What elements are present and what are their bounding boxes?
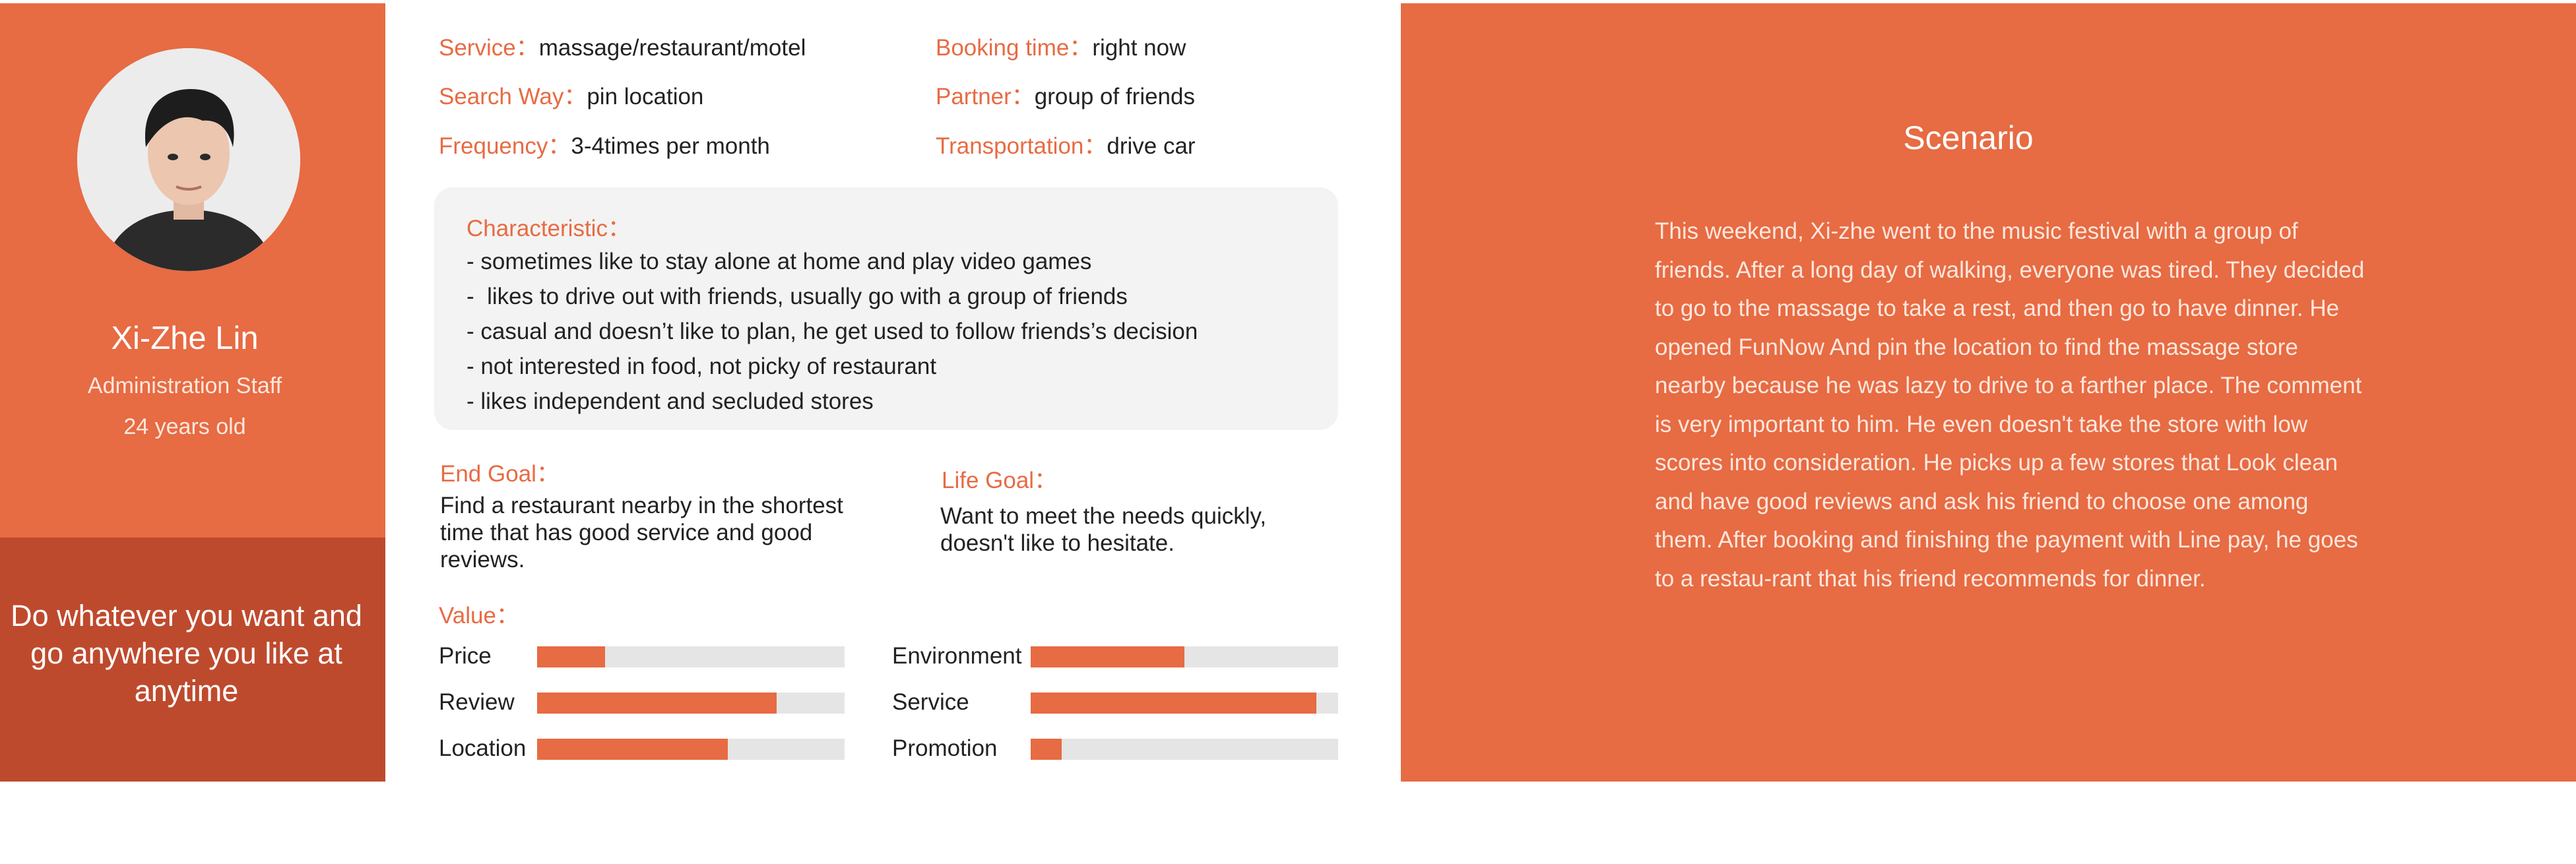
characteristic-title: Characteristic： bbox=[467, 216, 631, 241]
value-label-environment: Environment bbox=[892, 643, 1022, 669]
value-bar-fill-review bbox=[537, 693, 777, 714]
value-label-location: Location bbox=[439, 735, 527, 761]
life-goal-text: Want to meet the needs quickly, doesn't … bbox=[940, 503, 1267, 556]
persona-name: Xi-Zhe Lin bbox=[111, 321, 259, 356]
info-partner: Partner：group of friends bbox=[936, 78, 1195, 111]
persona-age: 24 years old bbox=[123, 414, 246, 439]
value-bar-location bbox=[537, 739, 845, 760]
value-bar-service bbox=[1031, 693, 1338, 714]
persona-role: Administration Staff bbox=[87, 373, 282, 398]
value-bar-promotion bbox=[1031, 739, 1338, 760]
info-partner-label: Partner： bbox=[936, 84, 1035, 109]
info-frequency-value: 3-4times per month bbox=[571, 133, 770, 159]
info-frequency: Frequency：3-4times per month bbox=[439, 127, 770, 161]
value-label-service: Service bbox=[892, 689, 969, 715]
value-label-review: Review bbox=[439, 689, 515, 715]
info-transportation-label: Transportation： bbox=[936, 133, 1107, 159]
value-label-price: Price bbox=[439, 643, 492, 669]
info-search-way: Search Way：pin location bbox=[439, 78, 703, 111]
info-frequency-label: Frequency： bbox=[439, 133, 571, 159]
info-partner-value: group of friends bbox=[1034, 84, 1195, 109]
info-service-value: massage/restaurant/motel bbox=[538, 35, 806, 61]
info-transportation: Transportation：drive car bbox=[936, 127, 1196, 161]
avatar bbox=[77, 48, 300, 271]
end-goal-text: Find a restaurant nearby in the shortest… bbox=[440, 493, 843, 572]
value-bar-fill-promotion bbox=[1031, 739, 1062, 760]
end-goal-title: End Goal： bbox=[440, 461, 560, 487]
info-search-way-value: pin location bbox=[587, 84, 704, 109]
scenario-text: This weekend, Xi-zhe went to the music f… bbox=[1655, 218, 2365, 592]
info-booking-time-label: Booking time： bbox=[936, 35, 1093, 61]
avatar-photo-icon bbox=[77, 48, 300, 271]
value-bar-fill-location bbox=[537, 739, 728, 760]
info-service: Service：massage/restaurant/motel bbox=[439, 29, 806, 63]
persona-motto: Do whatever you want and go anywhere you… bbox=[11, 599, 362, 708]
value-bar-environment bbox=[1031, 646, 1338, 667]
value-title: Value： bbox=[439, 603, 519, 629]
value-bar-fill-environment bbox=[1031, 646, 1184, 667]
info-booking-time-value: right now bbox=[1092, 35, 1186, 61]
scenario-title: Scenario bbox=[1903, 119, 2034, 156]
info-booking-time: Booking time：right now bbox=[936, 29, 1186, 63]
characteristic-item: - sometimes like to stay alone at home a… bbox=[467, 249, 1092, 274]
value-bar-review bbox=[537, 693, 845, 714]
value-bar-fill-service bbox=[1031, 693, 1317, 714]
characteristic-item: - not interested in food, not picky of r… bbox=[467, 354, 937, 379]
characteristic-item: - casual and doesn’t like to plan, he ge… bbox=[467, 319, 1198, 344]
value-bar-price bbox=[537, 646, 845, 667]
characteristic-list: - sometimes like to stay alone at home a… bbox=[467, 244, 1198, 419]
life-goal-title: Life Goal： bbox=[942, 468, 1058, 493]
info-transportation-value: drive car bbox=[1107, 133, 1196, 159]
info-service-label: Service： bbox=[439, 35, 539, 61]
info-search-way-label: Search Way： bbox=[439, 84, 587, 109]
characteristic-item: - likes to drive out with friends, usual… bbox=[467, 284, 1128, 309]
value-label-promotion: Promotion bbox=[892, 735, 998, 761]
value-bar-fill-price bbox=[537, 646, 605, 667]
characteristic-item: - likes independent and secluded stores bbox=[467, 388, 874, 414]
